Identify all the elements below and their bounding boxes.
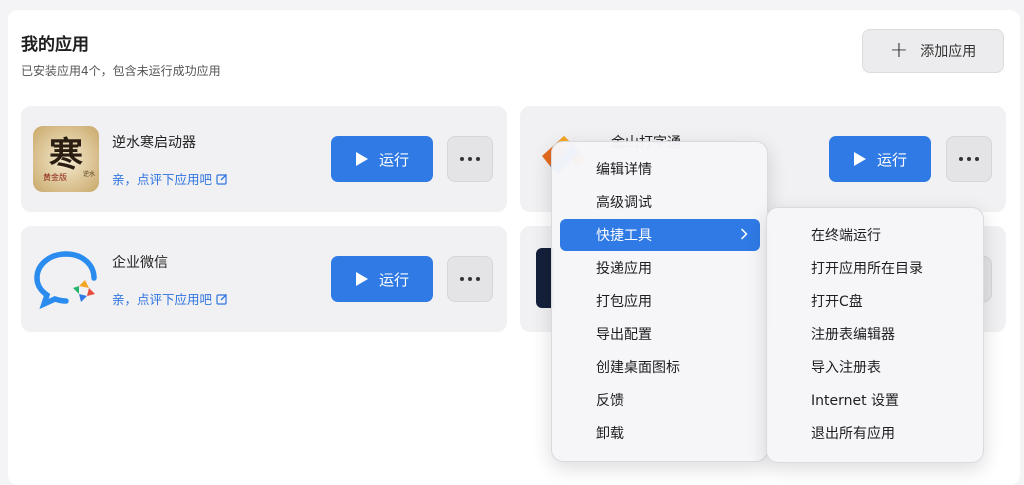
more-dot [476,277,480,281]
app-name: 企业微信 [112,255,168,271]
run-button[interactable]: 运行 [829,136,931,182]
menu-item-label: 快捷工具 [596,228,652,244]
submenu-item-open-c-drive[interactable]: 打开C盘 [775,285,977,317]
more-options-button[interactable] [447,256,493,302]
svg-text:黄金版: 黄金版 [43,172,67,182]
more-options-button[interactable] [447,136,493,182]
submenu-item-internet-settings[interactable]: Internet 设置 [775,384,977,416]
edit-icon [216,173,227,185]
review-link[interactable]: 亲，点评下应用吧 [112,289,228,308]
run-label: 运行 [378,270,409,289]
submenu-item-registry-editor[interactable]: 注册表编辑器 [775,318,977,350]
menu-item-advanced-debug[interactable]: 高级调试 [560,186,760,218]
submenu-item-exit-all-apps[interactable]: 退出所有应用 [775,417,977,449]
context-menu: 编辑详情 高级调试 快捷工具 投递应用 打包应用 导出配置 创建桌面图标 反馈 … [551,141,768,462]
page-title: 我的应用 [21,35,89,55]
menu-item-uninstall[interactable]: 卸载 [560,417,760,449]
edit-icon [216,293,227,305]
add-app-label: 添加应用 [920,44,977,60]
page-subtitle: 已安装应用4个，包含未运行成功应用 [21,64,221,78]
nishuihan-app-icon: 寒 黄金版 逆水 [33,126,99,192]
review-text: 亲，点评下应用吧 [112,292,213,307]
more-options-button[interactable] [946,136,992,182]
more-dot [460,277,464,281]
review-link[interactable]: 亲，点评下应用吧 [112,169,228,188]
menu-item-export-config[interactable]: 导出配置 [560,318,760,350]
submenu-item-import-registry[interactable]: 导入注册表 [775,351,977,383]
more-dot [468,157,472,161]
chevron-right-icon [740,228,748,240]
more-dot [468,277,472,281]
submenu-item-open-app-dir[interactable]: 打开应用所在目录 [775,252,977,284]
menu-item-quick-tools[interactable]: 快捷工具 [560,219,760,251]
play-icon [355,152,368,166]
submenu-item-run-in-terminal[interactable]: 在终端运行 [775,219,977,251]
app-card-wecom: 企业微信 亲，点评下应用吧 运行 [21,226,507,332]
more-dot [476,157,480,161]
run-label: 运行 [378,150,409,169]
more-dot [967,157,971,161]
svg-text:寒: 寒 [49,135,83,175]
play-icon [853,152,866,166]
menu-item-package-app[interactable]: 打包应用 [560,285,760,317]
more-dot [959,157,963,161]
review-text: 亲，点评下应用吧 [112,172,213,187]
menu-item-edit-details[interactable]: 编辑详情 [560,153,760,185]
wecom-app-icon [31,244,101,314]
more-dot [975,157,979,161]
run-button[interactable]: 运行 [331,136,433,182]
app-name: 逆水寒启动器 [112,135,196,151]
run-label: 运行 [876,150,907,169]
svg-text:逆水: 逆水 [83,170,95,178]
menu-item-create-desktop-icon[interactable]: 创建桌面图标 [560,351,760,383]
app-card-nishuihan: 寒 黄金版 逆水 逆水寒启动器 亲，点评下应用吧 运行 [21,106,507,212]
play-icon [355,272,368,286]
add-app-button[interactable]: + 添加应用 [862,29,1004,73]
more-dot [460,157,464,161]
run-button[interactable]: 运行 [331,256,433,302]
quick-tools-submenu: 在终端运行 打开应用所在目录 打开C盘 注册表编辑器 导入注册表 Interne… [766,207,984,463]
menu-item-feedback[interactable]: 反馈 [560,384,760,416]
plus-icon: + [889,38,909,63]
menu-item-deliver-app[interactable]: 投递应用 [560,252,760,284]
